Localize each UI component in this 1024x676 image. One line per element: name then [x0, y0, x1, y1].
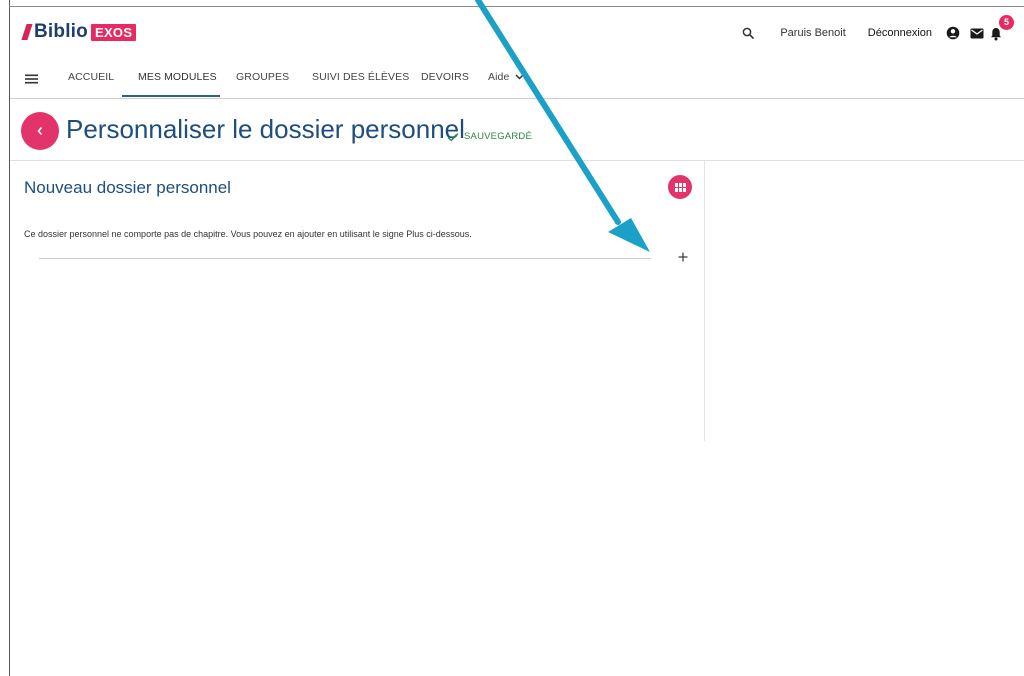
page-title: Personnaliser le dossier personnel: [66, 114, 465, 144]
plus-icon: [678, 252, 688, 262]
saved-label: SAUVEGARDÉ: [464, 131, 532, 142]
empty-folder-message: Ce dossier personnel ne comporte pas de …: [24, 229, 472, 239]
logo-badge: EXOS: [90, 23, 137, 41]
saved-status: SAUVEGARDÉ: [447, 131, 532, 142]
account-icon[interactable]: [946, 26, 960, 40]
back-arrow-icon: [37, 126, 43, 136]
chapter-separator: [39, 258, 651, 259]
nav-item-aide-label: Aide: [488, 71, 510, 83]
search-icon[interactable]: [742, 27, 755, 39]
logo-mark: [21, 24, 33, 40]
user-name[interactable]: Paruis Benoit: [780, 27, 845, 39]
nav-item-mes-modules[interactable]: MES MODULES: [138, 71, 217, 83]
nav-item-suivi-des-eleves[interactable]: SUIVI DES ÉLÈVES: [312, 71, 409, 83]
layout-button[interactable]: [668, 175, 692, 199]
back-button[interactable]: [21, 112, 59, 150]
nav-item-accueil[interactable]: ACCUEIL: [68, 71, 114, 83]
bell-icon: [991, 28, 1001, 41]
annotation-arrow: [475, 0, 650, 252]
logo-text: Biblio: [34, 21, 88, 42]
chevron-down-icon: [515, 74, 524, 80]
add-chapter-button[interactable]: [675, 249, 691, 265]
notifications-button[interactable]: 5: [990, 15, 1014, 43]
window-left-border: [9, 0, 10, 676]
logout-link[interactable]: Déconnexion: [868, 27, 932, 39]
title-divider: [10, 160, 1024, 161]
notification-count-badge: 5: [999, 15, 1014, 30]
nav-item-devoirs[interactable]: DEVOIRS: [421, 71, 469, 83]
top-right-toolbar: Paruis Benoit Déconnexion 5: [742, 15, 1014, 43]
folder-title: Nouveau dossier personnel: [24, 178, 231, 197]
nav-item-aide[interactable]: Aide: [488, 71, 524, 83]
logo[interactable]: Biblio EXOS: [21, 21, 137, 42]
menu-icon[interactable]: [25, 71, 38, 89]
check-icon: [447, 132, 459, 141]
active-tab-indicator: [122, 95, 220, 97]
nav-item-groupes[interactable]: GROUPES: [236, 71, 289, 83]
main-nav: ACCUEIL MES MODULES GROUPES SUIVI DES ÉL…: [10, 62, 1024, 99]
window-top-border: [9, 6, 1024, 7]
panel-divider: [704, 161, 705, 441]
mail-icon[interactable]: [970, 28, 984, 39]
grid-icon: [674, 182, 686, 192]
